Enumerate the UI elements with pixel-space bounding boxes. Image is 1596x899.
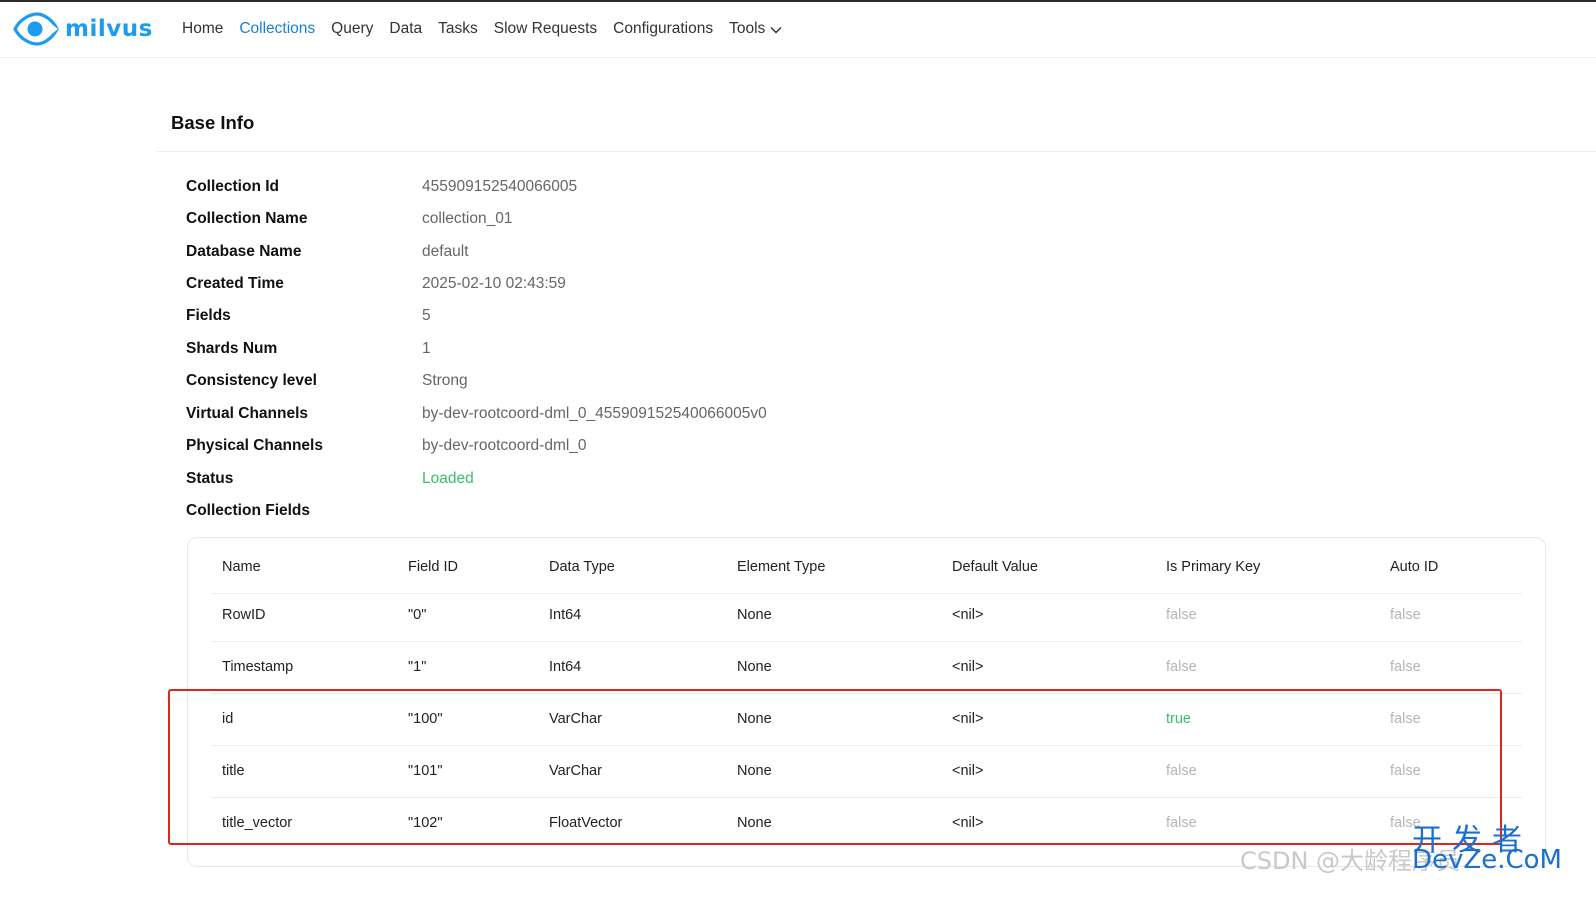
status-loaded-badge: Loaded bbox=[422, 470, 474, 487]
section-title: Base Info bbox=[171, 112, 255, 133]
cell-auto-id: false bbox=[1390, 607, 1421, 623]
info-label: Collection Fields bbox=[186, 502, 311, 519]
cell-auto-id: false bbox=[1390, 711, 1421, 727]
cell-data-type: VarChar bbox=[549, 711, 602, 727]
cell-is-primary-key: false bbox=[1166, 815, 1197, 831]
cell-is-primary-key: false bbox=[1166, 763, 1197, 779]
column-header-is-primary-key: Is Primary Key bbox=[1166, 559, 1261, 575]
cell-data-type: FloatVector bbox=[549, 815, 623, 831]
table-row: Timestamp "1" Int64 None <nil> false fal… bbox=[211, 641, 1522, 694]
info-label: Fields bbox=[186, 307, 231, 324]
cell-field-id: "1" bbox=[408, 659, 427, 675]
cell-element-type: None bbox=[737, 659, 772, 675]
cell-element-type: None bbox=[737, 711, 772, 727]
nav-data[interactable]: Data bbox=[389, 20, 422, 38]
cell-field-id: "100" bbox=[408, 711, 443, 727]
cell-auto-id: false bbox=[1390, 763, 1421, 779]
milvus-logo[interactable]: milvus bbox=[13, 12, 153, 46]
info-label: Shards Num bbox=[186, 340, 278, 357]
nav-tools-dropdown[interactable]: Tools bbox=[729, 20, 782, 38]
cell-name: Timestamp bbox=[222, 659, 294, 675]
cell-name: title_vector bbox=[222, 815, 293, 831]
info-value: default bbox=[422, 243, 469, 260]
cell-data-type: Int64 bbox=[549, 607, 582, 623]
info-label: Database Name bbox=[186, 243, 302, 260]
cell-data-type: VarChar bbox=[549, 763, 602, 779]
info-value: 5 bbox=[422, 307, 431, 324]
nav-tasks[interactable]: Tasks bbox=[438, 20, 478, 38]
cell-is-primary-key: false bbox=[1166, 659, 1197, 675]
section-divider bbox=[156, 151, 1596, 152]
cell-default-value: <nil> bbox=[952, 815, 984, 831]
cell-element-type: None bbox=[737, 607, 772, 623]
table-row: title "101" VarChar None <nil> false fal… bbox=[211, 745, 1522, 798]
info-value: collection_01 bbox=[422, 210, 513, 227]
nav-tools-label: Tools bbox=[729, 20, 766, 37]
column-header-field-id: Field ID bbox=[408, 559, 458, 575]
cell-auto-id: false bbox=[1390, 659, 1421, 675]
column-header-data-type: Data Type bbox=[549, 559, 615, 575]
nav-slow-requests[interactable]: Slow Requests bbox=[494, 20, 597, 38]
table-row: title_vector "102" FloatVector None <nil… bbox=[211, 797, 1522, 849]
column-header-name: Name bbox=[222, 559, 261, 575]
nav-collections[interactable]: Collections bbox=[239, 20, 315, 38]
info-value: Strong bbox=[422, 372, 468, 389]
info-value: 455909152540066005 bbox=[422, 178, 578, 195]
column-header-element-type: Element Type bbox=[737, 559, 826, 575]
chevron-down-icon bbox=[770, 26, 782, 34]
info-label: Physical Channels bbox=[186, 437, 323, 454]
nav-configurations[interactable]: Configurations bbox=[613, 20, 713, 38]
cell-data-type: Int64 bbox=[549, 659, 582, 675]
cell-name: title bbox=[222, 763, 245, 779]
cell-field-id: "102" bbox=[408, 815, 443, 831]
milvus-eye-icon bbox=[13, 12, 59, 46]
table-row: id "100" VarChar None <nil> true false bbox=[211, 693, 1522, 746]
cell-default-value: <nil> bbox=[952, 711, 984, 727]
column-header-auto-id: Auto ID bbox=[1390, 559, 1439, 575]
info-value: by-dev-rootcoord-dml_0 bbox=[422, 437, 587, 454]
cell-auto-id: false bbox=[1390, 815, 1421, 831]
info-value: by-dev-rootcoord-dml_0_45590915254006600… bbox=[422, 405, 767, 422]
brand-name: milvus bbox=[65, 16, 153, 42]
cell-element-type: None bbox=[737, 815, 772, 831]
cell-default-value: <nil> bbox=[952, 763, 984, 779]
main-nav: Home Collections Query Data Tasks Slow R… bbox=[182, 20, 798, 38]
info-label: Consistency level bbox=[186, 372, 317, 389]
info-label: Created Time bbox=[186, 275, 284, 292]
info-value: 1 bbox=[422, 340, 431, 357]
column-header-default-value: Default Value bbox=[952, 559, 1038, 575]
cell-is-primary-key: true bbox=[1166, 711, 1191, 727]
cell-is-primary-key: false bbox=[1166, 607, 1197, 623]
cell-default-value: <nil> bbox=[952, 659, 984, 675]
fields-table-header: Name Field ID Data Type Element Type Def… bbox=[211, 541, 1522, 594]
nav-query[interactable]: Query bbox=[331, 20, 373, 38]
cell-name: RowID bbox=[222, 607, 266, 623]
info-label: Collection Id bbox=[186, 178, 279, 195]
table-row: RowID "0" Int64 None <nil> false false bbox=[211, 589, 1522, 642]
info-label: Collection Name bbox=[186, 210, 308, 227]
cell-element-type: None bbox=[737, 763, 772, 779]
info-value: 2025-02-10 02:43:59 bbox=[422, 275, 566, 292]
cell-field-id: "101" bbox=[408, 763, 443, 779]
info-label: Virtual Channels bbox=[186, 405, 309, 422]
cell-default-value: <nil> bbox=[952, 607, 984, 623]
info-label: Status bbox=[186, 470, 234, 487]
cell-field-id: "0" bbox=[408, 607, 427, 623]
cell-name: id bbox=[222, 711, 234, 727]
top-nav-bar: milvus Home Collections Query Data Tasks… bbox=[0, 0, 1596, 58]
nav-home[interactable]: Home bbox=[182, 20, 223, 38]
